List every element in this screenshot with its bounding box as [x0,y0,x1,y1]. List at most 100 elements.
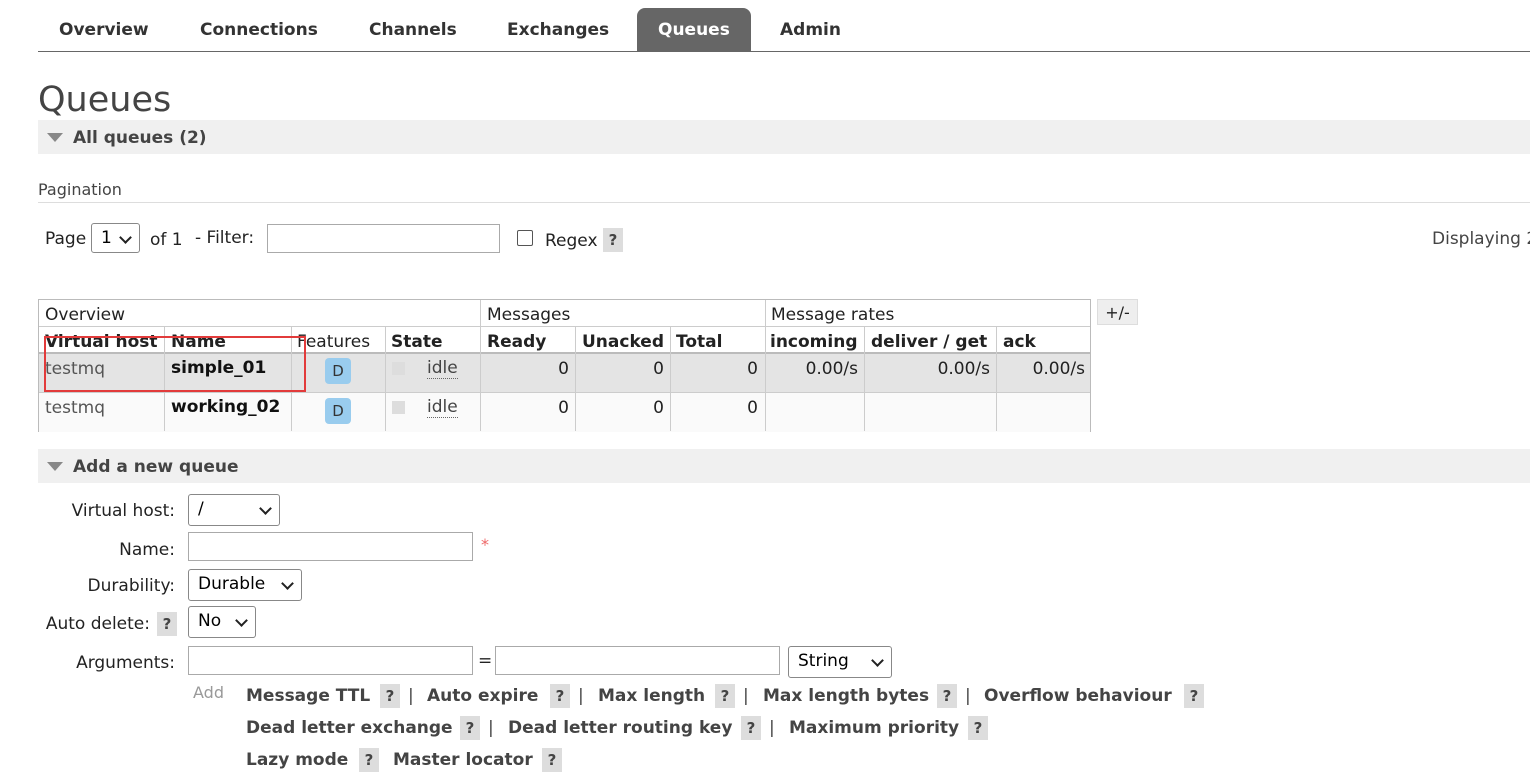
all-queues-label: All queues (2) [73,128,207,148]
grid-line [39,326,1090,327]
durability-select[interactable]: Durable [188,569,302,601]
page-title: Queues [38,80,172,120]
state-indicator-icon [392,362,405,375]
page-select-value: 1 [101,228,112,248]
add-queue-section-header[interactable]: Add a new queue [38,449,1530,483]
regex-label: Regex [545,231,598,251]
grid-line [575,326,576,431]
chevron-down-icon [119,231,132,244]
help-icon[interactable]: ? [460,716,480,740]
durable-feature-badge: D [325,358,351,384]
arg-dead-letter-routing-key-link[interactable]: Dead letter routing key [508,718,732,738]
col-incoming[interactable]: incoming [770,332,858,352]
add-queue-label: Add a new queue [73,457,239,477]
grid-line [864,326,865,431]
row-total: 0 [747,359,758,379]
grid-line [480,300,481,431]
arg-max-length-link[interactable]: Max length [598,686,705,706]
help-icon[interactable]: ? [542,748,562,772]
separator: | [408,686,414,706]
row-deliver-get: 0.00/s [937,359,990,379]
highlight-annotation-box [44,336,306,392]
separator: | [578,686,584,706]
row-ready: 0 [558,359,569,379]
filter-label: - Filter: [195,228,255,248]
tab-admin[interactable]: Admin [759,8,862,51]
tab-overview[interactable]: Overview [38,8,170,51]
tab-exchanges[interactable]: Exchanges [486,8,630,51]
arg-maximum-priority-link[interactable]: Maximum priority [789,718,959,738]
pagination-title: Pagination [38,180,122,199]
page-label: Page [45,229,87,249]
grid-line [765,300,766,431]
queue-name-input[interactable] [188,532,473,561]
state-indicator-icon [392,401,405,414]
chevron-down-icon [281,577,294,590]
grid-line [670,326,671,431]
regex-help-icon[interactable]: ? [603,228,623,252]
displaying-count: Displaying 2 items [1432,229,1530,249]
tab-channels[interactable]: Channels [348,8,478,51]
separator: | [743,686,749,706]
col-unacked[interactable]: Unacked [582,332,664,352]
grid-line [996,326,997,431]
vhost-select[interactable]: / [188,494,280,526]
row-vhost: testmq [45,398,105,418]
vhost-select-value: / [198,499,204,519]
row-state: idle [427,397,458,418]
group-header-messages: Messages [487,305,571,325]
pagination-divider [38,202,1530,203]
collapse-triangle-icon [47,462,63,471]
durable-feature-badge: D [325,398,351,424]
help-icon[interactable]: ? [937,684,957,708]
chevron-down-icon [235,614,248,627]
arg-message-ttl-link[interactable]: Message TTL [246,686,370,706]
arg-auto-expire-link[interactable]: Auto expire [427,686,538,706]
vhost-label: Virtual host: [71,501,175,521]
col-ack[interactable]: ack [1003,332,1036,352]
all-queues-section-header[interactable]: All queues (2) [38,120,1530,154]
arg-max-length-bytes-link[interactable]: Max length bytes [763,686,929,706]
help-icon[interactable]: ? [741,716,761,740]
tab-connections[interactable]: Connections [179,8,339,51]
regex-checkbox[interactable] [517,230,533,246]
chevron-down-icon [259,502,272,515]
arg-lazy-mode-link[interactable]: Lazy mode [246,750,348,770]
queue-name-link[interactable]: working_02 [171,397,280,417]
row-ready: 0 [558,398,569,418]
auto-delete-label: Auto delete: [45,614,150,634]
arguments-label: Arguments: [76,653,175,673]
help-icon[interactable]: ? [359,748,379,772]
separator: | [488,718,494,738]
help-icon[interactable]: ? [550,684,570,708]
separator: | [965,686,971,706]
arg-dead-letter-exchange-link[interactable]: Dead letter exchange [246,718,453,738]
col-ready[interactable]: Ready [487,332,546,352]
auto-delete-help-icon[interactable]: ? [157,612,177,636]
columns-toggle-button[interactable]: +/- [1097,299,1138,325]
argument-key-input[interactable] [188,646,473,675]
filter-input[interactable] [267,224,500,253]
group-header-message-rates: Message rates [771,305,895,325]
col-total[interactable]: Total [676,332,722,352]
col-features: Features [297,332,371,352]
add-argument-label[interactable]: Add [193,683,224,702]
page-select[interactable]: 1 [91,223,140,253]
help-icon[interactable]: ? [380,684,400,708]
name-label: Name: [119,540,175,560]
arg-overflow-behaviour-link[interactable]: Overflow behaviour [984,686,1172,706]
argument-type-select[interactable]: String [788,646,892,678]
tab-queues[interactable]: Queues [637,8,751,51]
collapse-triangle-icon [47,133,63,142]
auto-delete-select[interactable]: No [188,606,256,638]
help-icon[interactable]: ? [1184,684,1204,708]
col-state[interactable]: State [391,332,443,352]
argument-value-input[interactable] [495,646,780,675]
col-deliver-get[interactable]: deliver / get [871,332,987,352]
separator: | [769,718,775,738]
help-icon[interactable]: ? [715,684,735,708]
equals-sign: = [478,651,493,671]
row-incoming: 0.00/s [805,359,858,379]
help-icon[interactable]: ? [968,716,988,740]
arg-master-locator-link[interactable]: Master locator [393,750,533,770]
